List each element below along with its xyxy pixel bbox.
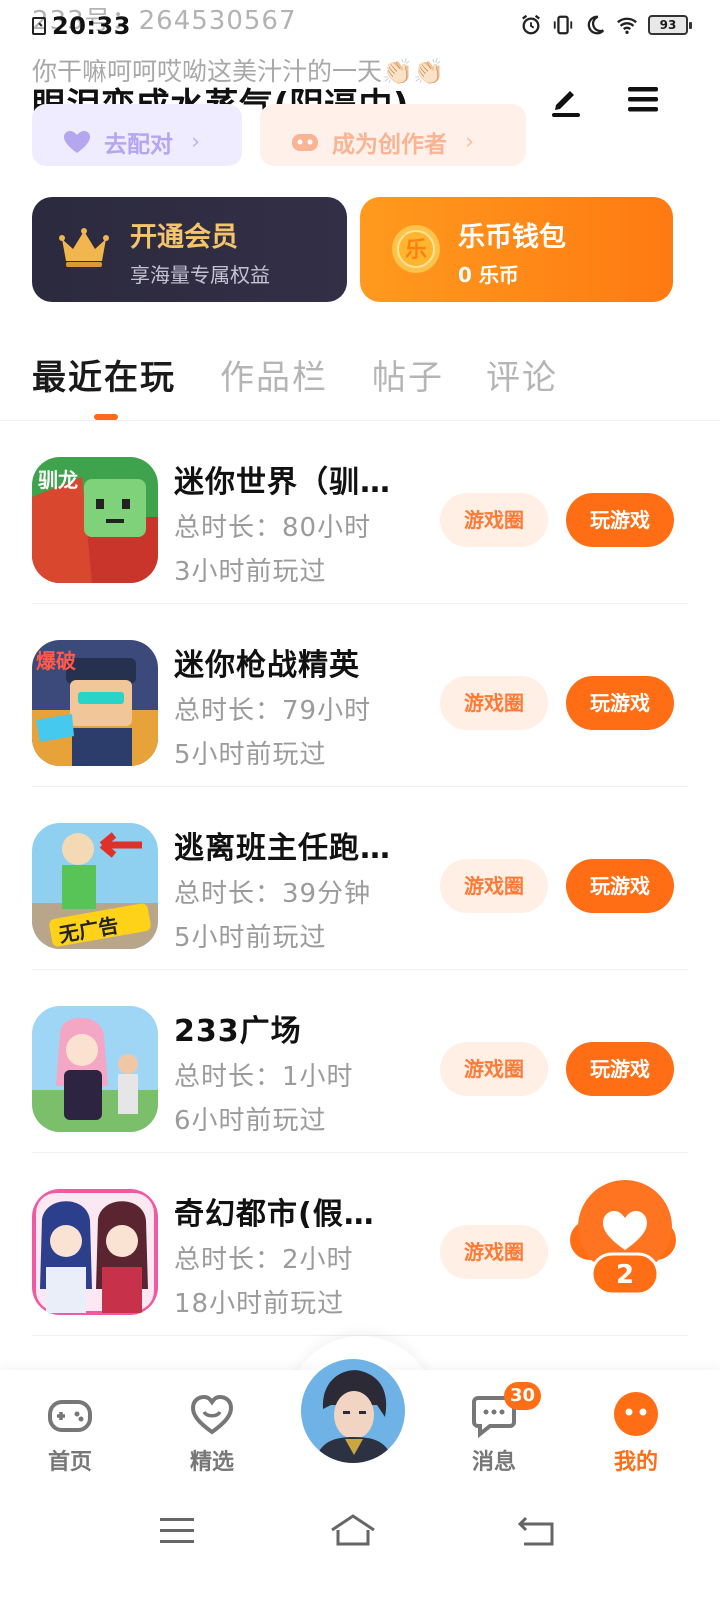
alarm-icon — [522, 14, 540, 35]
game-circle-button[interactable]: 游戏圈 — [440, 859, 548, 913]
wifi-icon — [617, 17, 637, 34]
game-name: 233广场 — [174, 1014, 302, 1049]
tab-comments[interactable]: 评论 — [486, 350, 558, 399]
nav-home[interactable]: 首页 — [30, 1390, 110, 1476]
creator-label: 成为创作者 — [332, 132, 447, 158]
status-bar: 20:33 93 — [32, 12, 692, 42]
tab-posts[interactable]: 帖子 — [372, 350, 444, 399]
edit-profile-icon[interactable] — [546, 80, 584, 118]
game-total-time: 总时长：1小时 — [174, 1062, 354, 1092]
thumbnail-text: 驯龙 — [38, 468, 78, 492]
game-circle-button[interactable]: 游戏圈 — [440, 493, 548, 547]
status-time: 20:33 — [52, 12, 131, 40]
game-name: 迷你枪战精英 — [174, 648, 360, 683]
game-thumbnail[interactable]: 爆破 — [32, 640, 158, 766]
menu-icon[interactable] — [624, 80, 662, 118]
floating-like-button[interactable]: 2 — [570, 1180, 676, 1296]
game-total-time: 总时长：2小时 — [174, 1245, 354, 1275]
message-badge: 30 — [504, 1382, 542, 1410]
game-thumbnail[interactable]: 驯龙 — [32, 457, 158, 583]
nav-label: 首页 — [47, 1450, 92, 1475]
like-count: 2 — [616, 1260, 634, 1290]
pair-label: 去配对 — [104, 132, 173, 158]
game-row[interactable]: 无广告 逃离班主任跑… 总时长：39分钟 5小时前玩过 游戏圈 玩游戏 — [0, 787, 720, 970]
game-last-played: 5小时前玩过 — [174, 923, 327, 953]
game-name: 逃离班主任跑… — [174, 831, 391, 866]
game-last-played: 3小时前玩过 — [174, 557, 327, 587]
game-total-time: 总时长：39分钟 — [174, 879, 372, 909]
chevron-right-icon: › — [191, 129, 201, 155]
moon-icon — [587, 15, 605, 35]
play-game-button[interactable]: 玩游戏 — [566, 1042, 674, 1096]
coin-icon: 乐 — [392, 225, 440, 273]
crown-icon — [59, 228, 109, 267]
profile-face-icon — [614, 1392, 658, 1436]
profile-header: 233号：264530567 20:33 93 你干嘛呵呵哎呦这美汁汁的一天👏🏻… — [0, 0, 720, 180]
game-circle-button[interactable]: 游戏圈 — [440, 676, 548, 730]
game-last-played: 18小时前玩过 — [174, 1289, 345, 1319]
vip-card[interactable]: 开通会员 享海量专属权益 — [32, 197, 347, 302]
nav-me[interactable]: 我的 — [596, 1390, 676, 1476]
play-game-button[interactable]: 玩游戏 — [566, 493, 674, 547]
sim-icon — [32, 17, 46, 35]
profile-tabs: 最近在玩 作品栏 帖子 评论 — [32, 350, 688, 420]
nav-label: 我的 — [613, 1450, 658, 1475]
play-game-button[interactable]: 玩游戏 — [566, 676, 674, 730]
become-creator-button[interactable]: 成为创作者 › — [260, 104, 526, 166]
game-total-time: 总时长：79小时 — [174, 696, 372, 726]
coin-glyph: 乐 — [405, 238, 427, 263]
game-name: 奇幻都市(假… — [174, 1197, 375, 1232]
game-thumbnail[interactable] — [32, 1189, 158, 1315]
game-thumbnail[interactable] — [32, 1006, 158, 1132]
wallet-title: 乐币钱包 — [458, 222, 566, 253]
gamepad-icon — [48, 1400, 92, 1432]
chevron-right-icon: › — [465, 129, 475, 155]
back-icon[interactable] — [512, 1510, 562, 1550]
pair-button[interactable]: 去配对 › — [32, 104, 242, 166]
system-nav-bar — [0, 1490, 720, 1600]
home-icon[interactable] — [328, 1510, 378, 1550]
game-thumbnail[interactable]: 无广告 — [32, 823, 158, 949]
tab-recent[interactable]: 最近在玩 — [32, 350, 176, 399]
battery-indicator: 93 — [648, 15, 692, 35]
heart-pair-icon — [64, 131, 90, 153]
game-last-played: 6小时前玩过 — [174, 1106, 327, 1136]
game-circle-button[interactable]: 游戏圈 — [440, 1042, 548, 1096]
game-row[interactable]: 驯龙 迷你世界（驯… 总时长：80小时 3小时前玩过 游戏圈 玩游戏 — [0, 421, 720, 604]
game-circle-button[interactable]: 游戏圈 — [440, 1225, 548, 1279]
nav-featured[interactable]: 精选 — [172, 1390, 252, 1476]
play-game-button[interactable]: 玩游戏 — [566, 859, 674, 913]
nav-label: 精选 — [189, 1450, 234, 1475]
vibrate-icon — [553, 15, 573, 35]
game-last-played: 5小时前玩过 — [174, 740, 327, 770]
vip-subtitle: 享海量专属权益 — [130, 263, 270, 287]
nav-label: 消息 — [471, 1450, 516, 1475]
game-total-time: 总时长：80小时 — [174, 513, 372, 543]
tab-works[interactable]: 作品栏 — [220, 350, 328, 399]
recent-apps-icon[interactable] — [152, 1510, 202, 1550]
gamepad-icon — [292, 134, 318, 151]
game-name: 迷你世界（驯… — [174, 465, 391, 500]
game-row[interactable]: 爆破 迷你枪战精英 总时长：79小时 5小时前玩过 游戏圈 玩游戏 — [0, 604, 720, 787]
wallet-balance: 0 乐币 — [458, 263, 519, 287]
heart-icon — [190, 1394, 234, 1435]
avatar[interactable] — [298, 1356, 408, 1466]
vip-title: 开通会员 — [130, 222, 238, 253]
game-row[interactable]: 233广场 总时长：1小时 6小时前玩过 游戏圈 玩游戏 — [0, 970, 720, 1153]
wallet-card[interactable]: 乐 乐币钱包 0 乐币 — [360, 197, 673, 302]
thumbnail-text: 爆破 — [36, 649, 76, 673]
